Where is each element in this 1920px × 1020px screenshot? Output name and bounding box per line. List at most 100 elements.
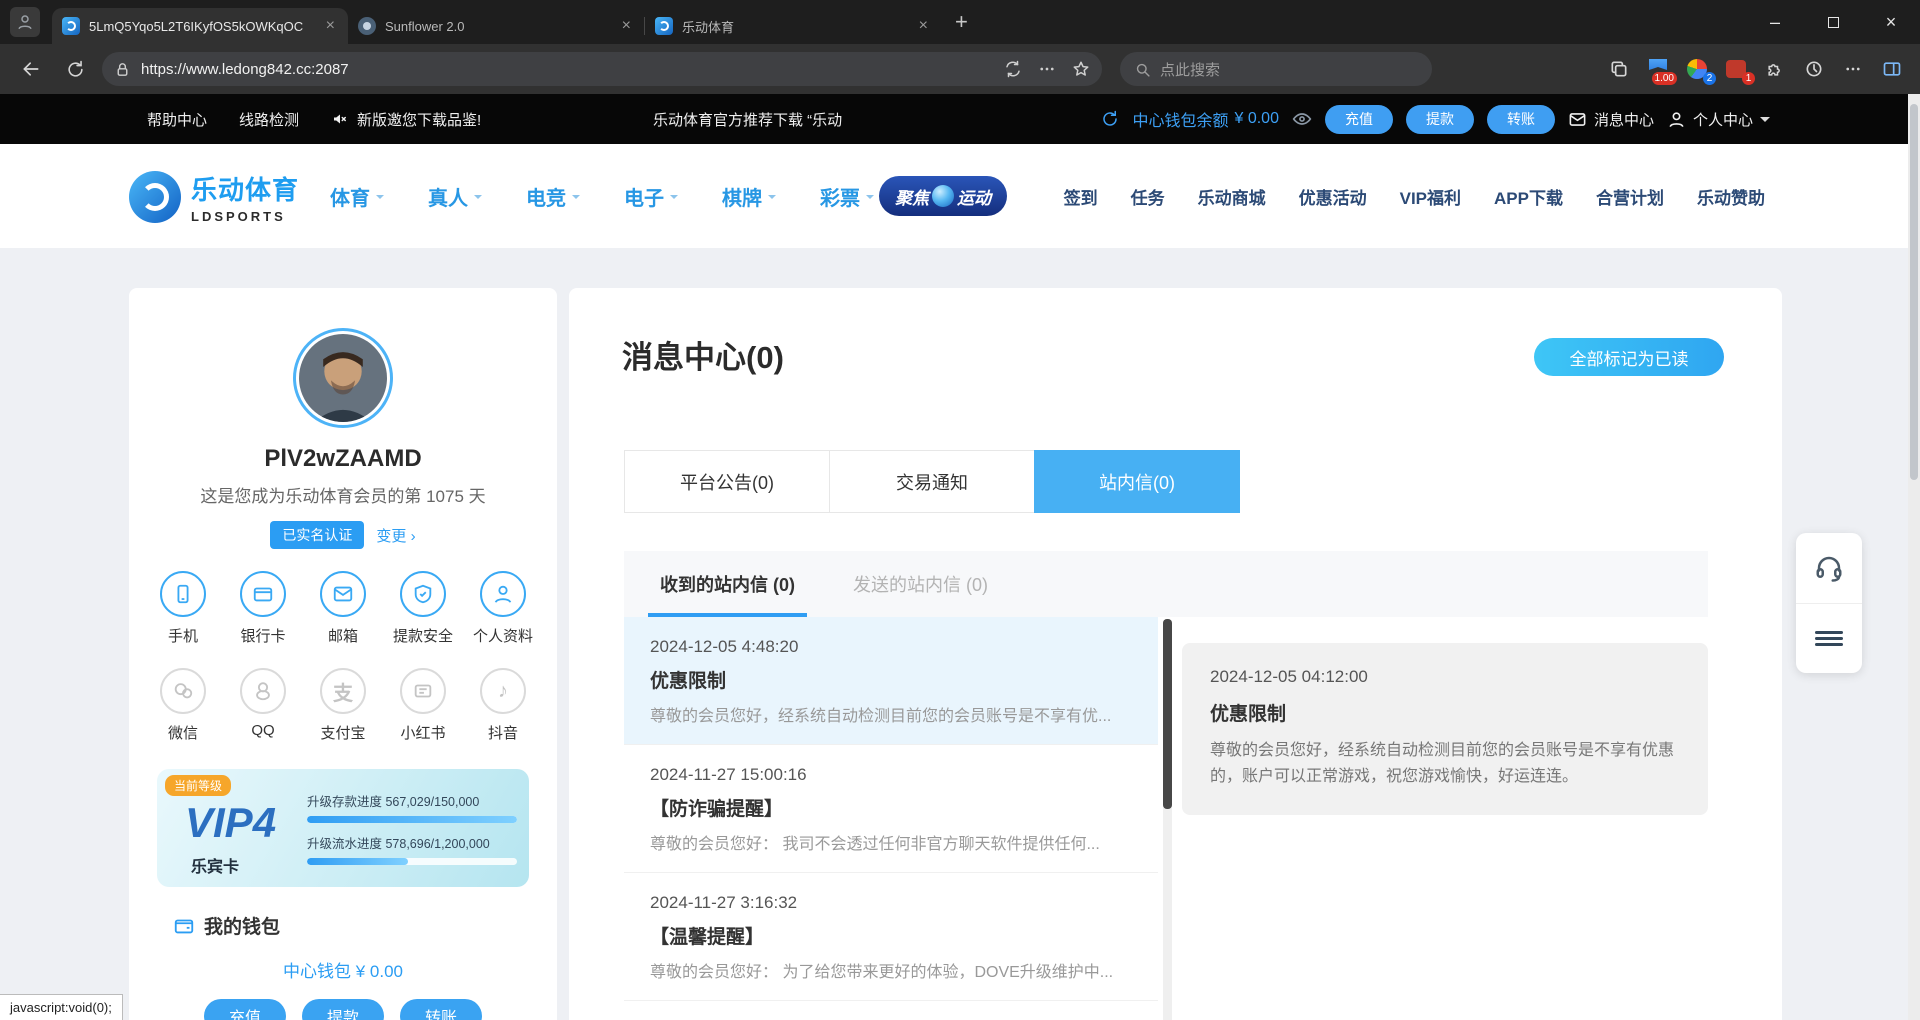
settings-dots-icon[interactable] xyxy=(1841,57,1865,81)
menu-slots[interactable]: 电子 xyxy=(624,182,678,211)
maximize-button[interactable] xyxy=(1804,0,1862,44)
browser-tab-2[interactable]: Sunflower 2.0 × xyxy=(348,8,644,44)
side-menu-button[interactable] xyxy=(1796,603,1862,674)
message-list-item[interactable]: 2024-11-27 3:16:32 【温馨提醒】 尊敬的会员您好： 为了给您带… xyxy=(624,873,1158,1001)
menu-lottery[interactable]: 彩票 xyxy=(820,182,874,211)
message-center-link[interactable]: 消息中心 xyxy=(1568,109,1654,130)
customer-service-button[interactable] xyxy=(1796,533,1862,603)
nav-partnership[interactable]: 合营计划 xyxy=(1596,184,1664,209)
search-box[interactable]: 点此搜索 xyxy=(1120,52,1432,86)
scrollbar-thumb[interactable] xyxy=(1163,619,1172,809)
alipay-icon: 支 xyxy=(320,668,366,714)
browser-tab-strip: 5LmQ5Yqo5L2T6IKyfOS5kOWKqOC × Sunflower … xyxy=(0,0,1920,44)
personal-center-link[interactable]: 个人中心 xyxy=(1667,109,1770,130)
wallet-refresh-icon[interactable] xyxy=(1101,110,1119,128)
page-scrollbar[interactable] xyxy=(1908,94,1920,1020)
site-info-icon[interactable] xyxy=(114,61,131,78)
browser-tab-1[interactable]: 5LmQ5Yqo5L2T6IKyfOS5kOWKqOC × xyxy=(52,8,348,44)
pennant-extension-icon[interactable]: 1.00 xyxy=(1646,57,1670,81)
nav-signin[interactable]: 签到 xyxy=(1064,184,1098,209)
browser-tab-3[interactable]: 乐动体育 × xyxy=(645,8,941,44)
nav-mall[interactable]: 乐动商城 xyxy=(1198,184,1266,209)
favorite-star-icon[interactable] xyxy=(1072,60,1090,78)
deposit-button[interactable]: 充值 xyxy=(204,999,286,1020)
nav-sponsorship[interactable]: 乐动赞助 xyxy=(1697,184,1765,209)
tab-transaction-notices[interactable]: 交易通知 xyxy=(829,450,1035,513)
chevron-down-icon xyxy=(768,195,776,203)
detail-title: 优惠限制 xyxy=(1210,699,1680,726)
transfer-button[interactable]: 转账 xyxy=(1487,105,1555,134)
focus-sports-badge[interactable]: 聚焦 运动 xyxy=(879,176,1007,216)
nav-vip[interactable]: VIP福利 xyxy=(1400,184,1461,209)
nav-tasks[interactable]: 任务 xyxy=(1131,184,1165,209)
menu-cards[interactable]: 棋牌 xyxy=(722,182,776,211)
line-check-link[interactable]: 线路检测 xyxy=(239,109,299,130)
turnover-progress-label: 升级流水进度 578,696/1,200,000 xyxy=(307,833,517,852)
social-wechat[interactable]: 微信 xyxy=(151,668,215,743)
tab-site-messages[interactable]: 站内信(0) xyxy=(1034,450,1240,513)
bind-email[interactable]: 邮箱 xyxy=(311,571,375,646)
message-list-item[interactable]: 2024-11-27 15:00:16 【防诈骗提醒】 尊敬的会员您好： 我司不… xyxy=(624,745,1158,873)
nav-promotions[interactable]: 优惠活动 xyxy=(1299,184,1367,209)
bind-personal-info[interactable]: 个人资料 xyxy=(471,571,535,646)
tab-close-icon[interactable]: × xyxy=(916,18,931,34)
social-qq[interactable]: QQ xyxy=(231,668,295,743)
browser-profile-button[interactable] xyxy=(10,7,40,37)
mark-all-read-button[interactable]: 全部标记为已读 xyxy=(1534,338,1724,376)
avatar[interactable] xyxy=(299,334,387,422)
social-icons-row: 微信 QQ 支 支付宝 小红书 ♪ 抖音 xyxy=(129,668,557,743)
url-text[interactable]: https://www.ledong842.cc:2087 xyxy=(141,61,994,78)
withdraw-button[interactable]: 提款 xyxy=(302,999,384,1020)
chevron-down-icon xyxy=(670,195,678,203)
translate-icon[interactable] xyxy=(1004,60,1022,78)
back-button[interactable] xyxy=(18,56,44,82)
minimize-button[interactable]: – xyxy=(1746,0,1804,44)
extensions-puzzle-icon[interactable] xyxy=(1763,57,1787,81)
message-list-item[interactable]: 2024-12-05 4:48:20 优惠限制 尊敬的会员您好，经系统自动检测目… xyxy=(624,617,1158,745)
help-center-link[interactable]: 帮助中心 xyxy=(147,109,207,130)
tab-title: 乐动体育 xyxy=(682,17,907,36)
reload-button[interactable] xyxy=(62,56,88,82)
menu-esports[interactable]: 电竞 xyxy=(526,182,580,211)
menu-sports[interactable]: 体育 xyxy=(330,182,384,211)
subtab-received[interactable]: 收到的站内信 (0) xyxy=(652,551,803,617)
profile-person-icon xyxy=(480,571,526,617)
site-logo[interactable]: 乐动体育 LDSPORTS xyxy=(129,170,299,224)
message-list-scrollbar[interactable] xyxy=(1163,619,1172,1020)
tab-close-icon[interactable]: × xyxy=(323,18,338,34)
bind-bank-card[interactable]: 银行卡 xyxy=(231,571,295,646)
bind-phone[interactable]: 手机 xyxy=(151,571,215,646)
sidebar-panel-icon[interactable] xyxy=(1880,57,1904,81)
eye-icon[interactable] xyxy=(1292,109,1312,129)
collections-icon[interactable] xyxy=(1607,57,1631,81)
transfer-button[interactable]: 转账 xyxy=(400,999,482,1020)
message-center-label: 消息中心 xyxy=(1594,109,1654,130)
social-douyin[interactable]: ♪ 抖音 xyxy=(471,668,535,743)
chat-extension-icon[interactable]: 1 xyxy=(1724,57,1748,81)
promo-text[interactable]: 新版邀您下载品鉴! xyxy=(357,109,481,130)
close-button[interactable]: × xyxy=(1862,0,1920,44)
tab-platform-announcements[interactable]: 平台公告(0) xyxy=(624,450,830,513)
menu-live[interactable]: 真人 xyxy=(428,182,482,211)
more-options-icon[interactable] xyxy=(1038,60,1056,78)
bind-withdraw-security[interactable]: 提款安全 xyxy=(391,571,455,646)
social-alipay[interactable]: 支 支付宝 xyxy=(311,668,375,743)
deposit-button[interactable]: 充值 xyxy=(1325,105,1393,134)
address-bar[interactable]: https://www.ledong842.cc:2087 xyxy=(102,52,1102,86)
page-scrollbar-thumb[interactable] xyxy=(1910,104,1918,480)
brand-subtitle: LDSPORTS xyxy=(191,209,299,224)
shield-extension-icon[interactable]: 2 xyxy=(1685,57,1709,81)
deposit-progress-label: 升级存款进度 567,029/150,000 xyxy=(307,791,517,810)
nav-app-download[interactable]: APP下载 xyxy=(1494,184,1563,209)
tab-close-icon[interactable]: × xyxy=(619,18,634,34)
subtab-sent[interactable]: 发送的站内信 (0) xyxy=(845,551,996,617)
social-xiaohongshu[interactable]: 小红书 xyxy=(391,668,455,743)
change-link[interactable]: 变更 › xyxy=(376,525,415,546)
withdraw-button[interactable]: 提款 xyxy=(1406,105,1474,134)
new-tab-button[interactable]: + xyxy=(941,9,982,35)
browser-toolbar: https://www.ledong842.cc:2087 点此搜索 xyxy=(0,44,1920,94)
history-icon[interactable] xyxy=(1802,57,1826,81)
tab-title: 5LmQ5Yqo5L2T6IKyfOS5kOWKqOC xyxy=(89,19,314,34)
chevron-down-icon xyxy=(474,195,482,203)
message-list-item[interactable]: 2024-11-25 13:14:01 xyxy=(624,1001,1158,1020)
